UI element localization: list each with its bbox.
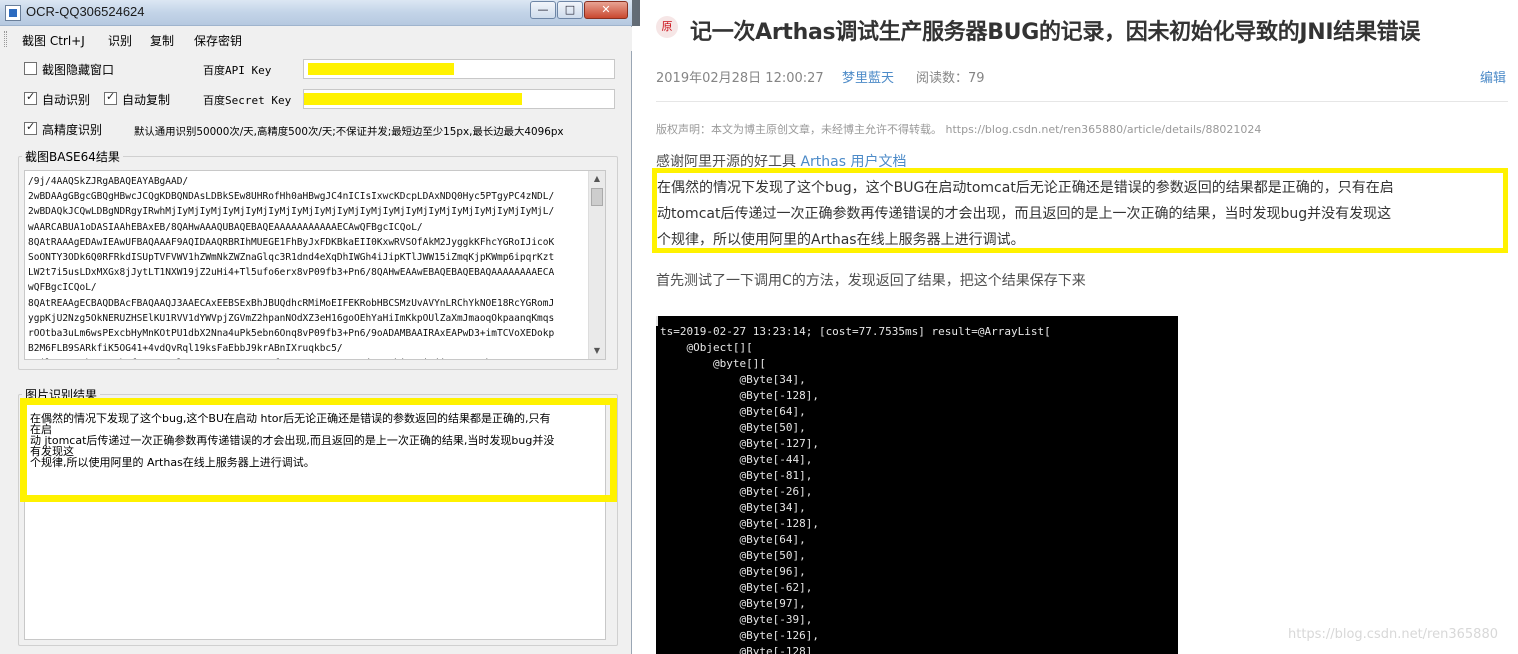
console-line: @byte[][ xyxy=(660,357,766,370)
console-line: @Byte[50], xyxy=(660,549,806,562)
auto-recognize-label: 自动识别 xyxy=(42,93,91,107)
author-link[interactable]: 梦里藍天 xyxy=(842,67,894,86)
maximize-button[interactable]: □ xyxy=(557,1,583,19)
console-line: @Object[][ xyxy=(660,341,753,354)
vertical-scrollbar[interactable]: ▲ ▼ xyxy=(588,171,605,359)
api-key-label: 百度API Key xyxy=(203,64,272,77)
article-paragraph-2: 首先测试了一下调用C的方法，发现返回了结果，把这个结果保存下来 xyxy=(656,273,1086,289)
quota-note: 默认通用识别50000次/天,高精度500次/天;不保证并发;最短边至少15px… xyxy=(134,126,564,138)
console-cursor xyxy=(656,316,658,326)
console-line: @Byte[64], xyxy=(660,405,806,418)
base64-line: LW2t7i5usLDxMXGx8jJytLT1NXW19jZ2uHi4+Tl5… xyxy=(28,267,555,279)
menu-copy[interactable]: 复制 xyxy=(150,32,174,49)
read-count: 阅读数：79 xyxy=(916,71,985,86)
auto-copy-label: 自动复制 xyxy=(122,93,171,107)
auto-copy-checkbox[interactable] xyxy=(104,90,117,105)
app-icon xyxy=(5,5,21,21)
paragraph-line: 个规律，所以使用阿里的Arthas在线上服务器上进行调试。 xyxy=(657,232,1025,248)
console-line: @Byte[-127], xyxy=(660,437,819,450)
article-paragraph: 在偶然的情况下发现了这个bug，这个BUG在启动tomcat后无论正确还是错误的… xyxy=(657,175,1503,253)
menu-save-key[interactable]: 保存密钥 xyxy=(194,32,242,49)
scroll-thumb[interactable] xyxy=(591,188,603,206)
console-line: @Byte[-26], xyxy=(660,485,813,498)
title-bar[interactable]: OCR-QQ306524624 — □ ✕ xyxy=(0,0,632,26)
article-title: 记一次Arthas调试生产服务器BUG的记录，因未初始化导致的JNI结果错误 xyxy=(690,20,1421,45)
api-key-input[interactable] xyxy=(303,59,615,79)
console-line: @Byte[-81], xyxy=(660,469,813,482)
base64-line: wQFBgcICQoL/ xyxy=(28,282,97,294)
console-line: @Byte[50], xyxy=(660,421,806,434)
menu-bar: 截图 Ctrl+J 识别 复制 保存密钥 xyxy=(0,27,632,51)
base64-line: vDilcLMXOVkWc2opbrf32oWLWXleawSraJguM53G… xyxy=(28,356,588,359)
result-line: 在偶然的情况下发现了这个bug,这个BU在启动 htor后无论正确还是错误的参数… xyxy=(30,412,551,425)
result-line: 个规律,所以使用阿里的 Arthas在线上服务器上进行调试。 xyxy=(30,456,315,469)
console-line: ts=2019-02-27 13:23:14; [cost=77.7535ms]… xyxy=(660,325,1051,338)
console-line: @Byte[-44], xyxy=(660,453,813,466)
console-line: @Byte[-128], xyxy=(660,517,819,530)
hide-window-label: 截图隐藏窗口 xyxy=(42,63,115,77)
base64-text: /9j/4AAQSkZJRgABAQEAYABgAAD/2wBDAAgGBgcG… xyxy=(28,174,588,359)
base64-line: wAARCABUA1oDASIAAhEBAxEB/8QAHwAAAQUBAQEB… xyxy=(28,221,423,233)
console-line: @Byte[-62], xyxy=(660,581,813,594)
base64-line: rOOtba3uLm6wsPExcbHyMnKOtPU1dbX2Nna4uPk5… xyxy=(28,328,555,340)
console-line: @Byte[-39], xyxy=(660,613,813,626)
console-line: @Byte[-126], xyxy=(660,629,819,642)
console-line: @Byte[34], xyxy=(660,373,806,386)
base64-line: B2M6FLB9SARkfiK5OG41+4vdQvRql19ksFaEbbJ9… xyxy=(28,343,343,355)
scroll-down-icon[interactable]: ▼ xyxy=(591,345,603,357)
console-line: @Byte[97], xyxy=(660,597,806,610)
close-button[interactable]: ✕ xyxy=(584,1,628,19)
console-screenshot: ts=2019-02-27 13:23:14; [cost=77.7535ms]… xyxy=(656,316,1178,654)
paragraph-line: 在偶然的情况下发现了这个bug，这个BUG在启动tomcat后无论正确还是错误的… xyxy=(657,180,1394,196)
console-line: @Byte[-128] xyxy=(660,645,813,654)
base64-line: SoONTY3ODk6Q0RFRkdISUpTVFVWV1hZWmNkZWZna… xyxy=(28,252,555,264)
minimize-button[interactable]: — xyxy=(530,1,556,19)
ocr-window: OCR-QQ306524624 — □ ✕ 截图 Ctrl+J 识别 复制 保存… xyxy=(0,0,632,654)
auto-recognize-checkbox[interactable] xyxy=(24,90,37,105)
paragraph-line: 动tomcat后传递过一次正确参数再传递错误的才会出现，而且返回的是上一次正确的… xyxy=(657,206,1392,222)
divider xyxy=(656,101,1508,102)
menu-recognize[interactable]: 识别 xyxy=(108,32,132,49)
console-line: @Byte[-128], xyxy=(660,389,819,402)
base64-line: /9j/4AAQSkZJRgABAQEAYABgAAD/ xyxy=(28,176,189,187)
base64-line: 2wBDAQkJCQwLDBgNDRgyIRwhMjIyMjIyMjIyMjIy… xyxy=(28,206,555,218)
redaction-highlight xyxy=(308,63,454,75)
secret-key-input[interactable] xyxy=(303,89,615,109)
copyright-notice: 版权声明：本文为博主原创文章，未经博主允许不得转载。 https://blog.… xyxy=(656,123,1262,136)
console-line: @Byte[96], xyxy=(660,565,806,578)
high-precision-checkbox[interactable] xyxy=(24,120,37,135)
result-line: 动 jtomcat后传递过一次正确参数再传递错误的才会出现,而且返回的是上一次正… xyxy=(30,434,555,447)
base64-line: ygpKjU2Nzg5OkNERUZHSElKU1RVV1dYWVpjZGVmZ… xyxy=(28,312,555,324)
watermark: https://blog.csdn.net/ren365880 xyxy=(1288,627,1498,642)
console-line: @Byte[64], xyxy=(660,533,806,546)
redaction-highlight xyxy=(304,93,522,105)
window-title: OCR-QQ306524624 xyxy=(26,4,145,19)
menu-screenshot[interactable]: 截图 Ctrl+J xyxy=(22,32,85,49)
console-line: @Byte[34], xyxy=(660,501,806,514)
base64-line: 8QAtRAAAgEDAwIEAwUFBAQAAAF9AQIDAAQRBRIhM… xyxy=(28,236,555,248)
menu-grip xyxy=(4,31,7,47)
original-badge: 原 xyxy=(656,16,678,38)
result-text: 在偶然的情况下发现了这个bug,这个BU在启动 htor后无论正确还是错误的参数… xyxy=(30,413,604,468)
base64-textarea[interactable]: /9j/4AAQSkZJRgABAQEAYABgAAD/2wBDAAgGBgcG… xyxy=(24,170,606,360)
base64-line: 2wBDAAgGBgcGBQgHBwcJCQgKDBQNDAsLDBkSEw8U… xyxy=(28,191,555,203)
base64-group-title: 截图BASE64结果 xyxy=(22,148,123,165)
post-date: 2019年02月28日 12:00:27 xyxy=(656,71,824,86)
high-precision-label: 高精度识别 xyxy=(42,123,103,137)
edit-link[interactable]: 编辑 xyxy=(1480,67,1506,86)
scroll-up-icon[interactable]: ▲ xyxy=(591,173,603,185)
base64-line: 8QAtREAAgECBAQDBAcFBAQAAQJ3AAECAxEEBSExB… xyxy=(28,297,555,309)
secret-key-label: 百度Secret Key xyxy=(203,94,292,107)
hide-window-checkbox[interactable] xyxy=(24,62,37,75)
